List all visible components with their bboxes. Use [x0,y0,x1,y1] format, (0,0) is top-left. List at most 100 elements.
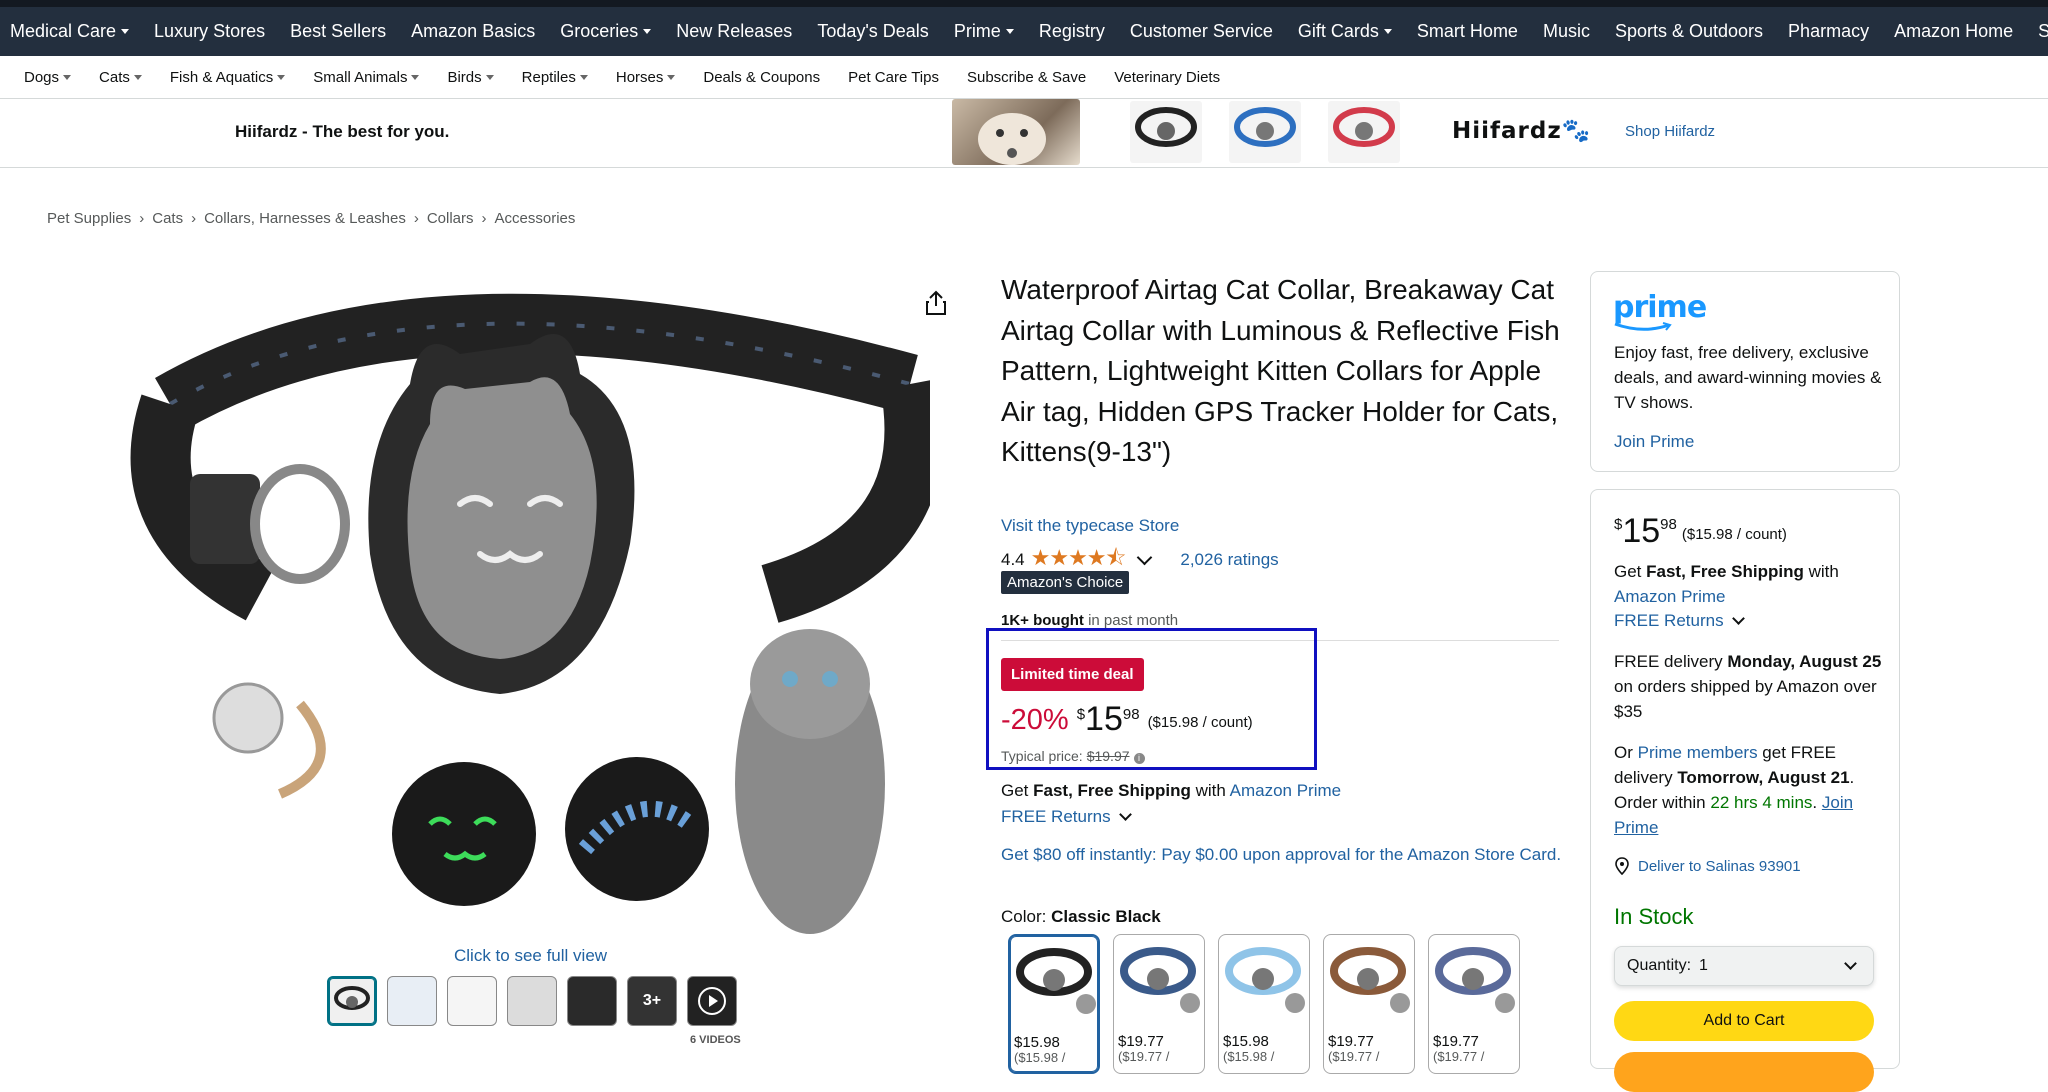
nav-music[interactable]: Music [1543,21,1590,42]
nav-todays-deals[interactable]: Today's Deals [817,21,929,42]
caret-down-icon [579,74,588,80]
nav-luxury-stores[interactable]: Luxury Stores [154,21,265,42]
thumbnail-more[interactable]: 3+ [627,976,677,1026]
add-to-cart-button[interactable]: Add to Cart [1614,1001,1874,1041]
thumbnail-image[interactable] [447,976,497,1026]
collar-icon [1435,947,1515,1013]
full-view-link[interactable]: Click to see full view [454,946,607,966]
subnav-subscribe-save[interactable]: Subscribe & Save [967,69,1086,86]
breadcrumb-collars[interactable]: Collars [427,210,474,227]
nav-registry[interactable]: Registry [1039,21,1105,42]
caret-down-icon [1005,29,1014,34]
free-returns-toggle[interactable]: FREE Returns [1001,807,1132,827]
swatch-slate-blue[interactable]: $19.77 ($19.77 / [1428,934,1520,1074]
shop-brand-link[interactable]: Shop Hiifardz [1625,123,1715,140]
swatch-brown[interactable]: $19.77 ($19.77 / [1323,934,1415,1074]
subnav-small-animals[interactable]: Small Animals [313,68,420,86]
swatch-price: $19.77 [1433,1033,1479,1050]
buy-now-button[interactable] [1614,1052,1874,1092]
share-icon[interactable] [925,290,947,321]
subnav-label: Small Animals [313,68,408,86]
returns-label: FREE Returns [1614,611,1724,630]
color-label-text: Color: [1001,907,1052,926]
banner-cat-photo[interactable] [952,99,1080,165]
swatch-unit: ($19.77 / [1328,1049,1380,1064]
subnav-horses[interactable]: Horses [616,69,676,86]
amazon-prime-link[interactable]: Amazon Prime [1614,587,1725,606]
subnav-reptiles[interactable]: Reptiles [522,69,588,86]
nav-amazon-basics[interactable]: Amazon Basics [411,21,535,42]
nav-shop-by-interest[interactable]: Shop By Interest [2038,21,2048,42]
subnav-fish[interactable]: Fish & Aquatics [169,68,286,86]
nav-prime[interactable]: Prime [954,21,1014,42]
nav-gift-cards[interactable]: Gift Cards [1298,21,1392,42]
subnav-deals-coupons[interactable]: Deals & Coupons [703,69,820,86]
amazon-prime-link[interactable]: Amazon Prime [1230,781,1341,800]
store-link[interactable]: Visit the typecase Store [1001,516,1179,536]
chevron-down-icon [1844,957,1857,970]
chevron-down-icon [1731,612,1745,625]
brand-logo[interactable]: Hiifardz🐾 [1452,117,1591,144]
amazons-choice-badge[interactable]: Amazon's Choice [1001,571,1130,594]
caret-down-icon [1383,29,1392,34]
info-icon[interactable]: i [1133,753,1145,764]
banner-product-3[interactable] [1328,101,1400,163]
store-card-offer[interactable]: Get $80 off instantly: Pay $0.00 upon ap… [1001,842,1566,867]
brand-tagline[interactable]: Hiifardz - The best for you. [235,122,449,142]
nav-medical-care[interactable]: Medical Care [10,21,130,42]
subnav-veterinary-diets[interactable]: Veterinary Diets [1114,69,1220,86]
currency-symbol: $ [1614,516,1623,533]
banner-product-2[interactable] [1229,101,1301,163]
ship-prefix: Get [1614,562,1647,581]
breadcrumb-collars-harnesses[interactable]: Collars, Harnesses & Leashes [204,210,406,227]
swatch-price: $19.77 [1118,1033,1164,1050]
swatch-light-blue[interactable]: $15.98 ($15.98 / [1218,934,1310,1074]
stock-status: In Stock [1614,904,1694,929]
nav-pharmacy[interactable]: Pharmacy [1788,21,1869,42]
collar-icon [1333,107,1395,147]
breadcrumb-pet-supplies[interactable]: Pet Supplies [47,210,131,227]
subnav-pet-care-tips[interactable]: Pet Care Tips [848,69,939,86]
swatch-classic-black[interactable]: $15.98 ($15.98 / [1008,934,1100,1074]
thumbnail-video[interactable] [687,976,737,1026]
join-prime-link[interactable]: Join Prime [1614,432,1694,452]
subnav-dogs[interactable]: Dogs [24,69,72,86]
chevron-right-icon: › [413,210,419,227]
nav-amazon-home[interactable]: Amazon Home [1894,21,2013,42]
free-returns-toggle[interactable]: FREE Returns [1614,611,1745,631]
quantity-select[interactable]: Quantity: 1 [1614,946,1874,986]
top-nav: Medical Care Luxury Stores Best Sellers … [0,0,2048,56]
nav-customer-service[interactable]: Customer Service [1130,21,1273,42]
paw-icon: 🐾 [1561,118,1592,144]
banner-product-1[interactable] [1130,101,1202,163]
brand-banner: Hiifardz - The best for you. Hiifardz🐾 S… [0,99,2048,168]
prime-members-link[interactable]: Prime members [1638,743,1758,762]
nav-new-releases[interactable]: New Releases [676,21,792,42]
typical-price: Typical price: $19.97 i [1001,748,1145,764]
nav-groceries[interactable]: Groceries [560,21,652,42]
ratings-count-link[interactable]: 2,026 ratings [1180,550,1278,570]
thumbnail-image[interactable] [387,976,437,1026]
delivery-date: Monday, August 25 [1727,652,1882,671]
swatch-price: $19.77 [1328,1033,1374,1050]
main-product-image[interactable] [130,264,945,944]
subnav-label: Fish & Aquatics [169,68,274,86]
bought-rest: in past month [1083,612,1179,629]
thumbnail-image[interactable] [567,976,617,1026]
subnav-birds[interactable]: Birds [447,69,494,86]
nav-best-sellers[interactable]: Best Sellers [290,21,386,42]
ship-bold: Fast, Free Shipping [1646,562,1804,581]
rating-value: 4.4 [1001,550,1025,569]
collar-icon [1016,948,1096,1014]
chevron-down-icon[interactable] [1137,549,1153,566]
swatch-blue[interactable]: $19.77 ($19.77 / [1113,934,1205,1074]
nav-smart-home[interactable]: Smart Home [1417,21,1518,42]
deliver-to-link[interactable]: Deliver to Salinas 93901 [1614,857,1801,875]
breadcrumb-cats[interactable]: Cats [152,210,183,227]
thumbnail-image[interactable] [327,976,377,1026]
breadcrumb-accessories[interactable]: Accessories [495,210,576,227]
fast-delivery-info: Or Prime members get FREE delivery Tomor… [1614,743,1855,837]
subnav-cats[interactable]: Cats [99,69,142,86]
thumbnail-image[interactable] [507,976,557,1026]
nav-sports-outdoors[interactable]: Sports & Outdoors [1615,21,1763,42]
